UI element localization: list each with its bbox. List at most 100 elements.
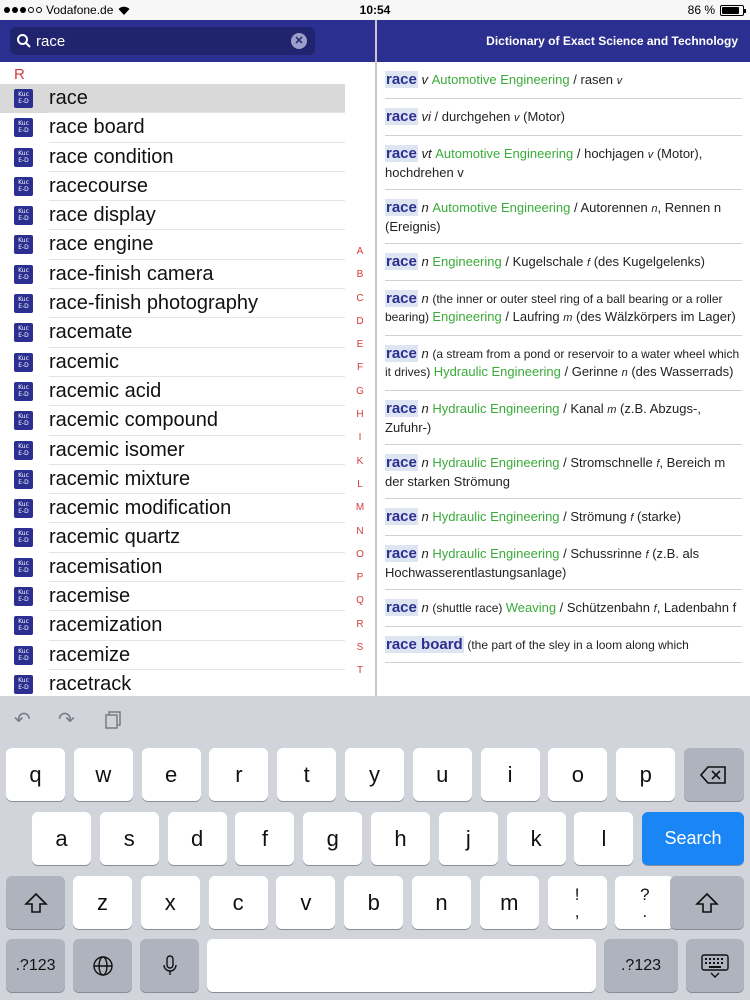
index-letter[interactable]: O — [350, 549, 370, 572]
key-u[interactable]: u — [412, 748, 472, 801]
key-q[interactable]: q — [6, 748, 65, 801]
paste-icon[interactable] — [104, 710, 126, 730]
key-t[interactable]: t — [277, 748, 337, 801]
entry-pane[interactable]: race v Automotive Engineering / rasen vr… — [377, 62, 750, 696]
key-m[interactable]: m — [479, 876, 539, 929]
space-key[interactable] — [207, 939, 596, 992]
entry-item[interactable]: race vt Automotive Engineering / hochjag… — [385, 136, 742, 190]
shift-key-right[interactable] — [670, 876, 744, 929]
list-item[interactable]: Kuc E-D race — [0, 84, 345, 114]
list-item[interactable]: Kuc E-D race condition — [0, 143, 345, 172]
index-letter[interactable]: K — [350, 456, 370, 479]
index-letter[interactable]: F — [350, 362, 370, 385]
list-item[interactable]: Kuc E-D racemise — [0, 582, 345, 612]
key-b[interactable]: b — [344, 876, 404, 929]
key-f[interactable]: f — [235, 812, 295, 865]
search-field[interactable]: ✕ — [10, 27, 315, 55]
entry-item[interactable]: race n Hydraulic Engineering / Schussrin… — [385, 536, 742, 590]
index-letter[interactable]: Q — [350, 595, 370, 618]
backspace-key[interactable] — [684, 748, 744, 801]
key-j[interactable]: j — [438, 812, 498, 865]
list-item[interactable]: Kuc E-D racemic modification — [0, 494, 345, 524]
entry-item[interactable]: race vi / durchgehen v (Motor) — [385, 99, 742, 136]
redo-icon[interactable]: ↷ — [58, 710, 80, 730]
entry-item[interactable]: race n (a stream from a pond or reservoi… — [385, 336, 742, 391]
entry-item[interactable]: race n Hydraulic Engineering / Strömung … — [385, 499, 742, 536]
key-z[interactable]: z — [73, 876, 132, 929]
list-item[interactable]: Kuc E-D racemic isomer — [0, 436, 345, 465]
key-v[interactable]: v — [276, 876, 336, 929]
shift-key-left[interactable] — [6, 876, 65, 929]
index-letter[interactable]: E — [350, 339, 370, 362]
key-o[interactable]: o — [548, 748, 608, 801]
key-c[interactable]: c — [208, 876, 268, 929]
entry-item[interactable]: race n Hydraulic Engineering / Kanal m (… — [385, 391, 742, 445]
index-letter[interactable]: S — [350, 642, 370, 665]
key-e[interactable]: e — [141, 748, 201, 801]
list-item[interactable]: Kuc E-D racemization — [0, 611, 345, 641]
index-letter[interactable]: B — [350, 269, 370, 292]
numbers-key-right[interactable]: .?123 — [604, 939, 678, 992]
entry-item[interactable]: race n (the inner or outer steel ring of… — [385, 281, 742, 336]
index-letter[interactable]: R — [350, 619, 370, 642]
key-i[interactable]: i — [480, 748, 540, 801]
key-r[interactable]: r — [209, 748, 269, 801]
index-letter[interactable]: I — [350, 432, 370, 455]
index-letter[interactable]: D — [350, 316, 370, 339]
undo-icon[interactable]: ↶ — [14, 710, 36, 730]
search-key[interactable]: Search — [642, 812, 744, 865]
index-letter[interactable]: N — [350, 526, 370, 549]
punct-key-question-period[interactable]: ? . — [615, 876, 675, 929]
hide-keyboard-key[interactable] — [686, 939, 744, 992]
list-item[interactable]: Kuc E-D race display — [0, 201, 345, 231]
key-g[interactable]: g — [303, 812, 363, 865]
word-list[interactable]: R Kuc E-D race Kuc E-D race board Kuc E-D race c… — [0, 62, 375, 696]
index-letter[interactable]: C — [350, 293, 370, 316]
key-w[interactable]: w — [73, 748, 133, 801]
list-item[interactable]: Kuc E-D racemic compound — [0, 406, 345, 436]
list-item[interactable]: Kuc E-D race board — [0, 113, 345, 143]
list-item[interactable]: Kuc E-D race-finish photography — [0, 289, 345, 319]
punct-key-exclaim-comma[interactable]: ! , — [547, 876, 607, 929]
key-x[interactable]: x — [140, 876, 200, 929]
key-n[interactable]: n — [412, 876, 471, 929]
entry-item[interactable]: race n Automotive Engineering / Autorenn… — [385, 190, 742, 244]
list-item[interactable]: Kuc E-D racemize — [0, 641, 345, 670]
index-letter[interactable]: T — [350, 665, 370, 688]
entry-item[interactable]: race n Engineering / Kugelschale f (des … — [385, 244, 742, 281]
entry-item[interactable]: race n (shuttle race) Weaving / Schützen… — [385, 590, 742, 627]
index-letter[interactable]: A — [350, 246, 370, 269]
list-item[interactable]: Kuc E-D racemic quartz — [0, 523, 345, 553]
alphabet-index[interactable]: ABCDEFGHIKLMNOPQRST — [350, 246, 370, 689]
key-y[interactable]: y — [345, 748, 404, 801]
list-item[interactable]: Kuc E-D racemic mixture — [0, 465, 345, 495]
dictation-key[interactable] — [140, 939, 199, 992]
key-a[interactable]: a — [32, 812, 91, 865]
index-letter[interactable]: H — [350, 409, 370, 432]
index-letter[interactable]: G — [350, 386, 370, 409]
list-item[interactable]: Kuc E-D racemate — [0, 318, 345, 348]
key-l[interactable]: l — [574, 812, 634, 865]
numbers-key-left[interactable]: .?123 — [6, 939, 65, 992]
list-item[interactable]: Kuc E-D racemic acid — [0, 377, 345, 407]
key-k[interactable]: k — [506, 812, 566, 865]
index-letter[interactable]: P — [350, 572, 370, 595]
key-p[interactable]: p — [616, 748, 676, 801]
key-h[interactable]: h — [371, 812, 430, 865]
entry-item[interactable]: race board (the part of the sley in a lo… — [385, 627, 742, 663]
index-letter[interactable]: L — [350, 479, 370, 502]
list-item[interactable]: Kuc E-D race engine — [0, 230, 345, 260]
index-letter[interactable]: M — [350, 502, 370, 525]
list-item[interactable]: Kuc E-D racetrack — [0, 670, 345, 696]
globe-key[interactable] — [73, 939, 132, 992]
key-s[interactable]: s — [99, 812, 159, 865]
list-item[interactable]: Kuc E-D racemisation — [0, 553, 345, 583]
key-d[interactable]: d — [167, 812, 227, 865]
clear-icon[interactable]: ✕ — [291, 33, 307, 49]
entry-item[interactable]: race v Automotive Engineering / rasen v — [385, 62, 742, 99]
entry-item[interactable]: race n Hydraulic Engineering / Stromschn… — [385, 445, 742, 499]
list-item[interactable]: Kuc E-D race-finish camera — [0, 260, 345, 290]
list-item[interactable]: Kuc E-D racemic — [0, 348, 345, 377]
search-input[interactable] — [36, 30, 286, 52]
list-item[interactable]: Kuc E-D racecourse — [0, 172, 345, 202]
